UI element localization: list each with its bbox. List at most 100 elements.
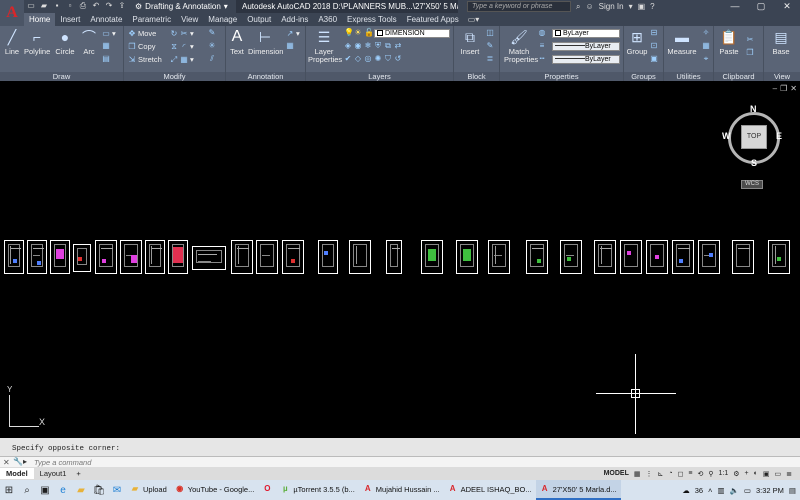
command-input[interactable]: Type a command <box>34 458 91 467</box>
command-line[interactable]: ✕ 🔧▸ Type a command <box>0 456 800 467</box>
clock[interactable]: 3:32 PM <box>756 486 784 495</box>
tab-view[interactable]: View <box>176 13 203 26</box>
mail-icon[interactable]: ✉ <box>108 480 126 500</box>
close-command-line-icon[interactable]: ✕ <box>3 458 10 467</box>
redo-icon[interactable]: ↷ <box>104 1 114 11</box>
hardware-acceleration-icon[interactable]: ▣ <box>763 470 770 478</box>
panel-title-groups[interactable]: Groups <box>624 72 663 81</box>
windows-start-icon[interactable]: ⊞ <box>0 480 18 500</box>
copy-button[interactable]: ❐ Copy <box>128 42 155 51</box>
compass-south[interactable]: S <box>751 158 757 168</box>
tab-a360[interactable]: A360 <box>313 13 342 26</box>
ribbon-toggle-icon[interactable]: ▭▾ <box>468 15 480 24</box>
insert-block-button[interactable]: ⧉ Insert <box>458 28 482 56</box>
panel-title-block[interactable]: Block <box>454 72 499 81</box>
isolate-objects-icon[interactable]: ◐ <box>754 470 758 477</box>
create-block-tool[interactable]: ◫ <box>486 29 494 37</box>
autocad-logo-button[interactable]: A <box>0 0 24 26</box>
taskbar-app-autocad-2[interactable]: A ADEEL ISHAQ_BO... <box>444 480 536 500</box>
panel-title-utilities[interactable]: Utilities <box>664 72 713 81</box>
cut-tool[interactable]: ✂ <box>746 36 754 44</box>
color-tool[interactable]: ◍ <box>538 29 546 37</box>
osnap-icon[interactable]: ◻ <box>678 470 684 478</box>
leader-tool[interactable]: ↗ ▾ <box>286 29 300 38</box>
chevron-up-icon[interactable]: ˄ <box>708 486 712 495</box>
panel-title-layers[interactable]: Layers <box>306 72 453 81</box>
store-icon[interactable]: 🛍 <box>90 480 108 500</box>
snap-icon[interactable]: ⋮ <box>646 470 653 478</box>
customization-icon[interactable]: ≣ <box>786 470 792 478</box>
color-dropdown[interactable]: ByLayer <box>552 29 620 38</box>
viewcube[interactable]: TOP N S E W <box>722 104 784 170</box>
open-icon[interactable]: ▰ <box>39 1 49 11</box>
taskbar-app-autocad-1[interactable]: A Mujahid Hussain ... <box>359 480 444 500</box>
lineweight-dropdown[interactable]: ByLayer <box>552 42 620 51</box>
erase-button[interactable]: ✎ <box>208 29 216 37</box>
network-icon[interactable]: ▥ <box>717 486 724 495</box>
weather-icon[interactable]: ☁ <box>682 486 690 495</box>
paste-button[interactable]: 📋 Paste <box>718 28 740 56</box>
taskbar-app-opera[interactable]: O <box>258 480 276 500</box>
minimize-viewport-button[interactable]: – <box>773 84 777 93</box>
measure-button[interactable]: ▬ Measure <box>666 28 698 56</box>
linetype-dropdown[interactable]: ByLayer <box>552 55 620 64</box>
notifications-icon[interactable]: ▤ <box>789 486 796 495</box>
taskbar-app-chrome[interactable]: ◉ YouTube - Google... <box>171 480 259 500</box>
scale-button[interactable]: ⤢ ▦ ▾ <box>170 55 194 64</box>
polyline-button[interactable]: ⌐ Polyline <box>24 28 50 56</box>
tab-model[interactable]: Model <box>0 468 34 479</box>
plus-icon[interactable]: + <box>745 470 749 477</box>
rotate-button[interactable]: ↻ ✂ ▾ <box>170 29 194 38</box>
rectangle-tool[interactable]: ▭ ▾ <box>102 29 116 38</box>
clean-screen-icon[interactable]: ▭ <box>775 470 782 478</box>
panel-title-view[interactable]: View <box>764 72 800 81</box>
tab-add-ins[interactable]: Add-ins <box>276 13 313 26</box>
search-icon[interactable]: ⌕ <box>18 480 36 500</box>
line-button[interactable]: ╱ Line <box>2 28 22 56</box>
save-as-icon[interactable]: ▫ <box>65 1 75 11</box>
undo-icon[interactable]: ↶ <box>91 1 101 11</box>
close-drawing-button[interactable]: ✕ <box>790 84 797 93</box>
panel-title-clipboard[interactable]: Clipboard <box>714 72 763 81</box>
viewcube-top-face[interactable]: TOP <box>741 125 767 149</box>
save-icon[interactable]: ▪ <box>52 1 62 11</box>
compass-east[interactable]: E <box>776 131 782 141</box>
workspace-switcher[interactable]: ⚙ Drafting & Annotation ▾ <box>131 1 232 12</box>
group-button[interactable]: ⊞ Group <box>626 28 648 56</box>
ucs-icon[interactable]: Y X <box>6 385 46 428</box>
task-view-icon[interactable]: ▣ <box>36 480 54 500</box>
layer-dropdown[interactable]: DIMENSION <box>374 29 450 38</box>
volume-icon[interactable]: 🔈 <box>730 486 739 495</box>
compass-north[interactable]: N <box>750 104 757 114</box>
tab-express-tools[interactable]: Express Tools <box>342 13 402 26</box>
tab-home[interactable]: Home <box>24 13 56 26</box>
lineweight-tool[interactable]: ≡ <box>538 42 546 50</box>
workspace-switch-icon[interactable]: ⚙ <box>733 470 739 478</box>
battery-icon[interactable]: ▭ <box>744 486 751 495</box>
taskbar-app-upload[interactable]: ▰ Upload <box>126 480 171 500</box>
offset-button[interactable]: ⫽ <box>208 55 216 63</box>
tab-parametric[interactable]: Parametric <box>127 13 176 26</box>
calculator-tool[interactable]: ▦ <box>702 42 710 50</box>
edit-block-tool[interactable]: ✎ <box>486 42 494 50</box>
dimension-button[interactable]: ⊢ Dimension <box>248 28 283 56</box>
layer-tools-row1[interactable]: ◈ ◉ ❄ ⛨ ⧉ ⇄ <box>344 42 402 50</box>
tab-manage[interactable]: Manage <box>203 13 242 26</box>
selection-cycling-icon[interactable]: ⟲ <box>698 470 704 478</box>
tab-featured-apps[interactable]: Featured Apps <box>402 13 464 26</box>
compass-west[interactable]: W <box>722 131 731 141</box>
circle-button[interactable]: ● Circle <box>54 28 76 56</box>
taskbar-app-autocad-3[interactable]: A 27'X50' 5 Marla.d... <box>535 480 621 500</box>
table-tool[interactable]: ▦ <box>286 42 294 50</box>
edge-icon[interactable]: e <box>54 480 72 500</box>
tab-output[interactable]: Output <box>242 13 276 26</box>
maximize-button[interactable]: ▢ <box>748 0 774 13</box>
explode-button[interactable]: ✳ <box>208 42 216 50</box>
plot-icon[interactable]: ⎙ <box>78 1 88 11</box>
id-point-tool[interactable]: ⌖ <box>702 55 710 63</box>
text-button[interactable]: A Text <box>228 28 246 56</box>
panel-title-annotation[interactable]: Annotation <box>226 72 305 81</box>
ungroup-tool[interactable]: ⊟ <box>650 29 658 37</box>
new-icon[interactable]: ▭ <box>26 1 36 11</box>
command-customize-icon[interactable]: 🔧▸ <box>13 457 27 466</box>
